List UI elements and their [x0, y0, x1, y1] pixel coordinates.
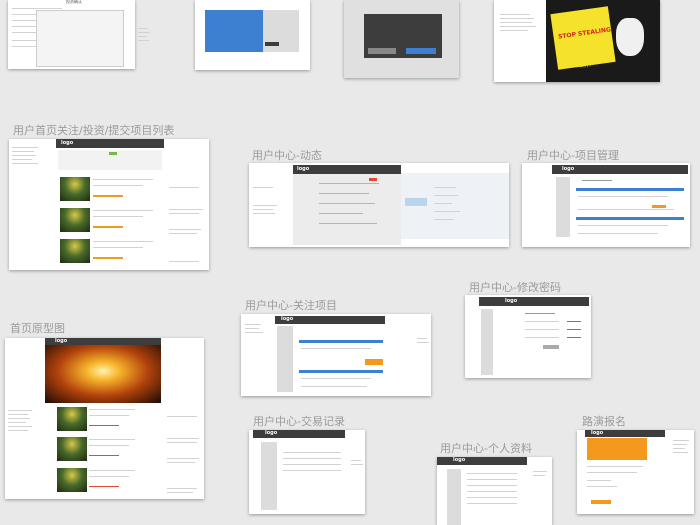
logo: logo: [562, 166, 575, 172]
card-dialog-dark[interactable]: [344, 0, 459, 78]
card-annotation-top: [134, 0, 162, 48]
card-stop-stealing[interactable]: STOP STEALING 资料未公开!: [494, 0, 660, 82]
card-invest-confirm[interactable]: 投资确认: [8, 0, 135, 69]
project-thumb: [57, 468, 87, 492]
logo: logo: [265, 430, 278, 436]
logo: logo: [297, 166, 310, 172]
project-thumb: [57, 437, 87, 461]
label-homepage-proto: 首页原型图: [10, 322, 65, 335]
mask-icon: [616, 18, 644, 56]
label-center-follow: 用户中心-关注项目: [245, 299, 337, 312]
project-thumb: [57, 407, 87, 431]
project-thumb: [60, 239, 90, 263]
card-homepage-proto[interactable]: logo: [5, 338, 204, 499]
logo: logo: [61, 140, 74, 146]
logo: logo: [591, 430, 604, 436]
logo: logo: [505, 298, 518, 304]
hero-image: [45, 345, 161, 403]
label-center-projects: 用户中心-项目管理: [527, 149, 619, 162]
project-thumb: [60, 177, 90, 201]
label-center-profile: 用户中心-个人资料: [440, 442, 532, 455]
coming-soon-text: 资料未公开!: [564, 63, 592, 69]
card-center-profile[interactable]: logo: [437, 457, 552, 525]
logo: logo: [281, 316, 294, 322]
logo: logo: [453, 457, 466, 463]
card-login-dialog[interactable]: [195, 0, 310, 70]
prototype-board: 投资确认 STOP STEALING 资料未公开! 用户首页关注/投资/提交项目…: [0, 0, 700, 525]
card-center-projects[interactable]: logo: [522, 163, 690, 247]
card-center-dynamics[interactable]: logo: [249, 163, 509, 247]
card-follow-invest-list[interactable]: logo: [9, 139, 209, 270]
label-follow-invest-list: 用户首页关注/投资/提交项目列表: [13, 124, 175, 137]
label-center-password: 用户中心-修改密码: [469, 281, 561, 294]
card-roadshow[interactable]: logo: [577, 430, 694, 514]
card-center-password[interactable]: logo: [465, 295, 591, 378]
project-thumb: [60, 208, 90, 232]
card-center-follow[interactable]: logo: [241, 314, 431, 396]
card-center-trades[interactable]: logo: [249, 430, 365, 514]
label-center-dynamics: 用户中心-动态: [252, 149, 322, 162]
label-roadshow: 路演报名: [582, 415, 626, 428]
label-center-trades: 用户中心-交易记录: [253, 415, 345, 428]
card-title: 投资确认: [66, 0, 82, 4]
logo: logo: [55, 338, 68, 344]
